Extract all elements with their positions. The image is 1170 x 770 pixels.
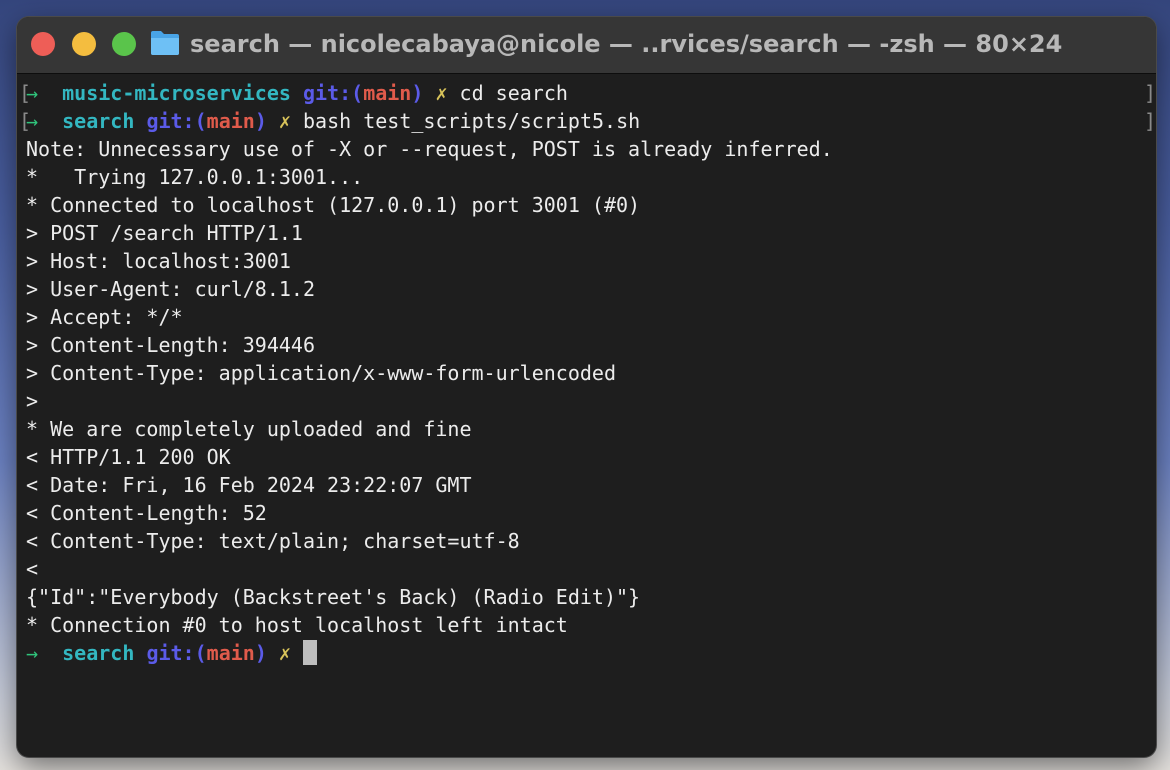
output-line: > (26, 389, 39, 413)
output-line: > POST /search HTTP/1.1 (26, 221, 303, 245)
output-line: > User-Agent: curl/8.1.2 (26, 277, 315, 301)
output-line: > Content-Length: 394446 (26, 333, 315, 357)
dirty-indicator-icon: ✗ (278, 641, 291, 665)
close-button[interactable] (31, 32, 55, 56)
git-branch: main (363, 81, 412, 105)
terminal-window: search — nicolecabaya@nicole — ..rvices/… (17, 17, 1156, 757)
git-branch: main (206, 109, 255, 133)
paren-close: ) (254, 641, 267, 665)
output-line: < HTTP/1.1 200 OK (26, 445, 231, 469)
zoom-button[interactable] (112, 32, 136, 56)
prompt-arrow-icon: → (26, 641, 39, 665)
output-line: > Accept: */* (26, 305, 183, 329)
current-prompt-line[interactable]: → search git:(main) ✗ (26, 639, 318, 667)
prompt-arrow-icon: → (26, 81, 39, 105)
prompt-directory: search (62, 641, 135, 665)
git-label: git: (146, 641, 195, 665)
git-label: git: (302, 81, 352, 105)
output-line: Note: Unnecessary use of -X or --request… (26, 137, 833, 161)
prompt-directory: search (62, 109, 135, 133)
git-branch: main (206, 641, 255, 665)
output-line: * We are completely uploaded and fine (26, 417, 472, 441)
output-line: * Connected to localhost (127.0.0.1) por… (26, 193, 641, 217)
paren-close: ) (254, 109, 267, 133)
output-line: < Content-Type: text/plain; charset=utf-… (26, 529, 520, 553)
prompt-line: → music-microservices git:(main) ✗ cd se… (26, 79, 568, 107)
output-line: {"Id":"Everybody (Backstreet's Back) (Ra… (26, 585, 641, 609)
prompt-line: → search git:(main) ✗ bash test_scripts/… (26, 107, 640, 135)
prompt-mark-close: ] (1144, 81, 1156, 105)
output-line: > Host: localhost:3001 (26, 249, 291, 273)
git-label: git: (146, 109, 195, 133)
paren-close: ) (411, 81, 424, 105)
prompt-directory: music-microservices (62, 81, 291, 105)
output-line: > Content-Type: application/x-www-form-u… (26, 361, 617, 385)
dirty-indicator-icon: ✗ (435, 81, 448, 105)
output-line: < (26, 557, 39, 581)
window-title: search — nicolecabaya@nicole — ..rvices/… (190, 30, 1063, 58)
paren-open: ( (194, 641, 207, 665)
folder-icon (151, 31, 179, 55)
paren-open: ( (351, 81, 364, 105)
terminal-content[interactable]: [ ] → music-microservices git:(main) ✗ c… (17, 74, 1156, 757)
prompt-arrow-icon: → (26, 109, 39, 133)
minimize-button[interactable] (72, 32, 96, 56)
prompt-mark-close: ] (1144, 109, 1156, 133)
dirty-indicator-icon: ✗ (278, 109, 291, 133)
output-line: < Date: Fri, 16 Feb 2024 23:22:07 GMT (26, 473, 472, 497)
command-text: bash test_scripts/script5.sh (303, 109, 641, 133)
output-line: * Connection #0 to host localhost left i… (26, 613, 568, 637)
text-cursor (303, 640, 318, 665)
paren-open: ( (194, 109, 207, 133)
output-line: * Trying 127.0.0.1:3001... (26, 165, 364, 189)
output-line: < Content-Length: 52 (26, 501, 267, 525)
command-text: cd search (459, 81, 568, 105)
title-bar[interactable]: search — nicolecabaya@nicole — ..rvices/… (17, 17, 1156, 74)
